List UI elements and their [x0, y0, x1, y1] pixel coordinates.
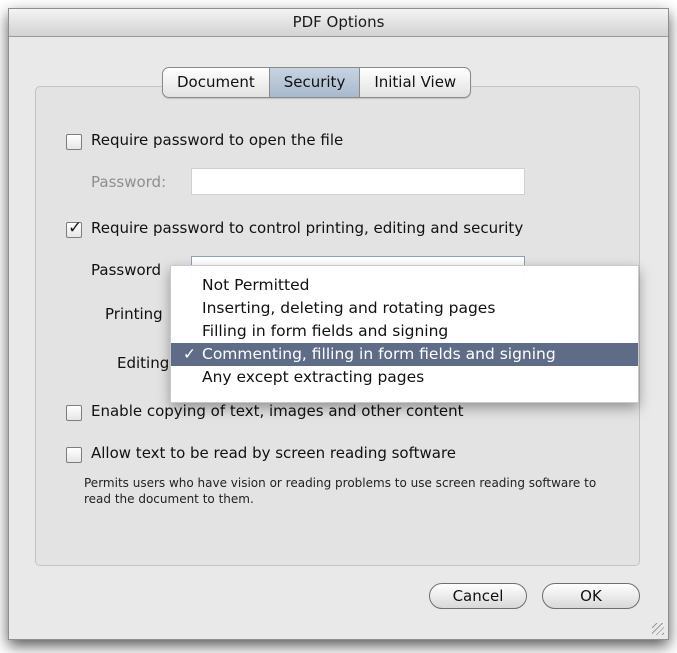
editing-dropdown-menu: Not Permitted Inserting, deleting and ro…	[170, 265, 639, 403]
menu-item-inserting-deleting-rotating[interactable]: Inserting, deleting and rotating pages	[171, 297, 638, 320]
printing-label: Printing	[105, 305, 163, 323]
editing-label: Editing	[117, 354, 170, 372]
open-password-input[interactable]	[192, 169, 524, 194]
resize-grip-icon[interactable]	[652, 623, 664, 635]
require-permissions-password-label: Require password to control printing, ed…	[91, 219, 524, 237]
open-password-label: Password:	[91, 173, 167, 191]
enable-copying-checkbox[interactable]	[66, 405, 82, 421]
menu-item-not-permitted[interactable]: Not Permitted	[171, 274, 638, 297]
screen-reading-note: Permits users who have vision or reading…	[84, 476, 597, 506]
tab-security[interactable]: Security	[269, 68, 361, 97]
checkmark-icon: ✓	[183, 345, 196, 363]
cancel-button[interactable]: Cancel	[429, 583, 527, 609]
menu-item-filling-forms-signing[interactable]: Filling in form fields and signing	[171, 320, 638, 343]
enable-copying-label: Enable copying of text, images and other…	[91, 402, 464, 420]
window-title: PDF Options	[9, 9, 668, 37]
permissions-password-label: Password	[91, 261, 162, 279]
menu-item-any-except-extracting[interactable]: Any except extracting pages	[171, 366, 638, 389]
require-permissions-password-checkbox[interactable]: ✓	[66, 218, 82, 238]
menu-item-commenting-filling-signing[interactable]: ✓ Commenting, filling in form fields and…	[171, 343, 638, 366]
open-password-field[interactable]	[191, 168, 525, 195]
require-open-password-checkbox[interactable]	[66, 134, 82, 150]
allow-screen-reading-checkbox[interactable]	[66, 447, 82, 463]
require-open-password-label: Require password to open the file	[91, 131, 344, 149]
tab-document[interactable]: Document	[163, 68, 270, 97]
ok-button[interactable]: OK	[542, 583, 640, 609]
allow-screen-reading-label: Allow text to be read by screen reading …	[91, 444, 457, 462]
tab-bar: Document Security Initial View	[162, 67, 472, 98]
checkmark-icon: ✓	[68, 218, 83, 238]
tab-initial-view[interactable]: Initial View	[360, 68, 470, 97]
